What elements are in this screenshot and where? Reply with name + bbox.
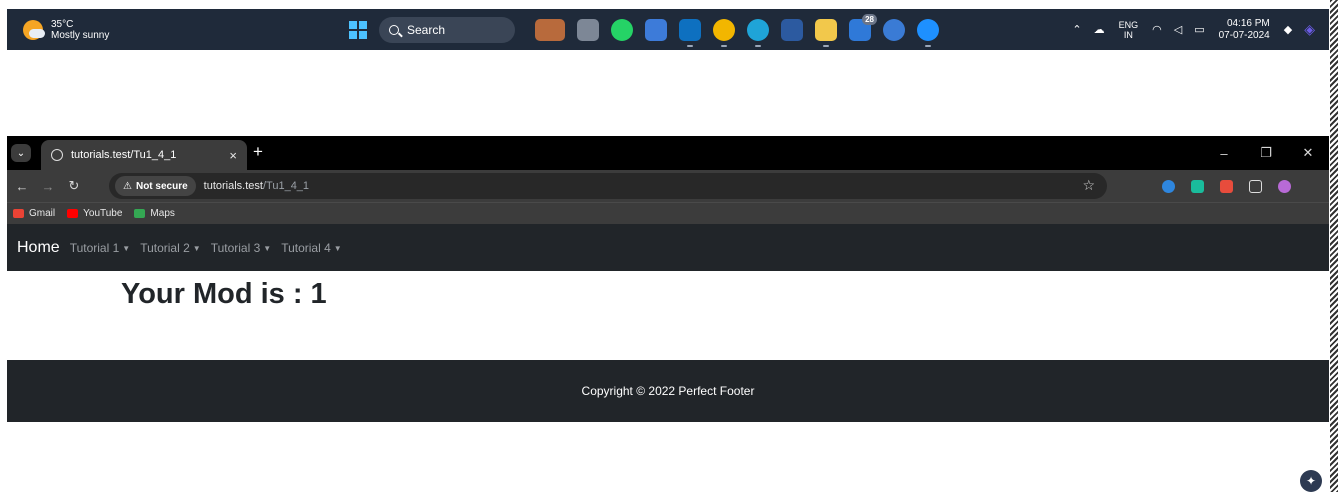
page-content: Your Mod is : 1	[7, 271, 1329, 360]
footer-copyright: Copyright © 2022 Perfect Footer	[581, 384, 755, 398]
caret-down-icon: ▼	[122, 243, 131, 253]
extensions-area	[1154, 170, 1319, 202]
edge-icon[interactable]	[747, 18, 769, 47]
bookmark-youtube[interactable]: YouTube	[67, 208, 122, 219]
gmail-icon	[13, 209, 24, 218]
tab-title: tutorials.test/Tu1_4_1	[71, 149, 177, 161]
vscode-icon[interactable]	[679, 18, 701, 47]
window-controls: – ❐ ✕	[1203, 136, 1329, 170]
file-explorer-icon[interactable]	[815, 18, 837, 47]
tab-search-button[interactable]: ⌄	[11, 144, 31, 162]
weather-desc: Mostly sunny	[51, 29, 110, 41]
remote-desktop-icon[interactable]	[645, 18, 667, 41]
bell-icon[interactable]: ◆	[1284, 23, 1292, 36]
nav-tutorial-3[interactable]: Tutorial 3 ▼	[211, 241, 272, 255]
forward-icon[interactable]: →	[37, 179, 59, 194]
bookmark-star-icon[interactable]: ☆	[1082, 177, 1095, 194]
nav-tutorial-2[interactable]: Tutorial 2 ▼	[140, 241, 201, 255]
caret-down-icon: ▼	[192, 243, 201, 253]
bookmarks-bar: Gmail YouTube Maps	[7, 202, 1329, 224]
site-navbar: Home Tutorial 1 ▼ Tutorial 2 ▼ Tutorial 3 ▼…	[7, 224, 1329, 271]
globe-icon	[51, 149, 63, 161]
extensions-puzzle-icon[interactable]	[1249, 179, 1262, 193]
bookmark-gmail[interactable]: Gmail	[13, 208, 55, 219]
extension-icon[interactable]	[1191, 179, 1204, 193]
volume-icon[interactable]: ◁	[1174, 23, 1182, 36]
wifi-icon[interactable]: ◠	[1152, 23, 1162, 36]
maps-icon	[134, 209, 146, 218]
close-tab-icon[interactable]: ×	[229, 148, 237, 163]
taskbar: 35°C Mostly sunny Search 28 ⌃ ☁ ENG IN ◠…	[7, 9, 1329, 50]
weather-widget[interactable]: 35°C Mostly sunny	[23, 19, 109, 41]
sparkle-icon[interactable]: ✦	[1300, 470, 1322, 492]
copilot-icon[interactable]: ◈	[1304, 21, 1315, 38]
search-icon	[389, 24, 399, 35]
screen-edge-pattern	[1330, 0, 1338, 492]
clock-time: 04:16 PM	[1226, 17, 1270, 29]
store-icon[interactable]	[781, 18, 803, 41]
weather-temp: 35°C	[51, 18, 74, 30]
taskbar-apps: Search 28	[349, 9, 945, 50]
minimize-icon[interactable]: –	[1203, 146, 1245, 161]
home-link[interactable]: Home	[17, 239, 60, 257]
site-footer: Copyright © 2022 Perfect Footer	[7, 360, 1329, 422]
warning-icon: ⚠	[123, 180, 132, 192]
teams-icon[interactable]: 28	[849, 13, 877, 41]
chevron-up-icon[interactable]: ⌃	[1072, 23, 1081, 36]
youtube-icon	[67, 209, 79, 218]
clock[interactable]: 04:16 PM 07-07-2024	[1219, 18, 1270, 42]
page-heading: Your Mod is : 1	[121, 278, 327, 310]
app-icon[interactable]	[883, 18, 905, 41]
caret-down-icon: ▼	[333, 243, 342, 253]
battery-icon[interactable]: ▭	[1194, 23, 1204, 36]
reload-icon[interactable]: ↻	[63, 178, 85, 194]
task-view-icon[interactable]	[577, 18, 599, 41]
restore-icon[interactable]: ❐	[1245, 145, 1287, 161]
clock-date: 07-07-2024	[1218, 29, 1270, 41]
taskbar-search-label: Search	[407, 22, 446, 37]
back-icon[interactable]: ←	[11, 179, 33, 194]
tab-strip: ⌄ tutorials.test/Tu1_4_1 × + – ❐ ✕	[7, 136, 1329, 170]
caret-down-icon: ▼	[263, 243, 272, 253]
extension-icon[interactable]	[1162, 179, 1175, 193]
nav-tutorial-1[interactable]: Tutorial 1 ▼	[70, 241, 131, 255]
weather-icon	[23, 19, 45, 40]
menu-kebab-icon[interactable]	[1307, 180, 1311, 193]
chrome-canary-icon[interactable]	[713, 18, 735, 47]
system-tray: ⌃ ☁ ENG IN ◠ ◁ ▭ 04:16 PM 07-07-2024 ◆ ◈	[1066, 9, 1321, 50]
new-tab-button[interactable]: +	[253, 142, 263, 162]
taskbar-search[interactable]: Search	[379, 16, 515, 43]
nav-tutorial-4[interactable]: Tutorial 4 ▼	[281, 241, 342, 255]
language-indicator[interactable]: ENG IN	[1119, 20, 1139, 40]
cloud-icon[interactable]: ☁	[1094, 23, 1105, 36]
whatsapp-icon[interactable]	[611, 18, 633, 41]
extension-icon[interactable]	[1220, 179, 1233, 193]
screen: 35°C Mostly sunny Search 28 ⌃ ☁ ENG IN ◠…	[0, 0, 1338, 492]
widgets-icon[interactable]	[535, 18, 565, 41]
address-bar[interactable]: ⚠ Not secure tutorials.test/Tu1_4_1 ☆	[109, 173, 1107, 199]
close-window-icon[interactable]: ✕	[1287, 145, 1329, 161]
start-icon[interactable]	[349, 20, 367, 39]
bookmark-maps[interactable]: Maps	[134, 208, 175, 219]
browser-window: ⌄ tutorials.test/Tu1_4_1 × + – ❐ ✕ ← → ↻…	[7, 136, 1329, 439]
browser-toolbar: ← → ↻ ⚠ Not secure tutorials.test/Tu1_4_…	[7, 170, 1329, 202]
notification-badge: 28	[862, 13, 877, 25]
browser-icon[interactable]	[917, 18, 939, 47]
profile-avatar[interactable]	[1278, 179, 1291, 193]
active-tab[interactable]: tutorials.test/Tu1_4_1 ×	[41, 140, 247, 170]
security-chip[interactable]: ⚠ Not secure	[115, 176, 196, 196]
url-text: tutorials.test/Tu1_4_1	[203, 180, 310, 192]
